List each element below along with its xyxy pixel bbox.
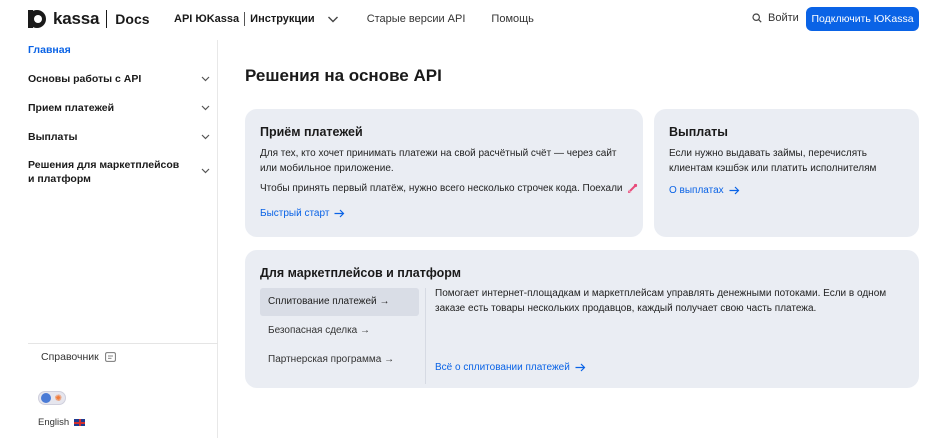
tab-label: Сплитование платежей — [268, 296, 377, 307]
page-title: Решения на основе API — [245, 66, 442, 85]
header: kassa Docs API ЮKassa Инструкции Старые … — [0, 0, 940, 40]
payments-card: Приём платежей Для тех, кто хочет приним… — [245, 109, 643, 237]
nav-help[interactable]: Помощь — [491, 13, 534, 25]
tab-payment-splitting[interactable]: Сплитование платежей → — [260, 288, 419, 316]
card-text: Помогает интернет-площадкам и маркетплей… — [435, 288, 887, 314]
card-text: Если нужно выдавать займы, перечислять к… — [669, 148, 877, 174]
sidebar-item-payouts[interactable]: Выплаты — [28, 130, 210, 144]
tab-partner-program[interactable]: Партнерская программа → — [260, 346, 419, 374]
login-label: Войти — [768, 12, 799, 24]
link-label: Всё о сплитовании платежей — [435, 362, 570, 373]
logo-docs: Docs — [115, 11, 150, 27]
nav-old-versions[interactable]: Старые версии API — [367, 13, 466, 25]
chevron-down-icon — [201, 76, 210, 82]
card-text: Чтобы принять первый платёж, нужно всего… — [260, 183, 623, 194]
card-text-row: Чтобы принять первый платёж, нужно всего… — [260, 183, 640, 194]
card-title: Приём платежей — [260, 125, 363, 139]
logo[interactable]: kassa Docs — [28, 9, 150, 29]
toggle-knob — [41, 393, 51, 403]
sidebar-item-label: Основы работы с API — [28, 73, 142, 85]
reference-link[interactable]: Справочник — [41, 351, 116, 363]
nav-api-yookassa[interactable]: API ЮKassa — [174, 13, 239, 25]
search-icon — [752, 13, 762, 23]
sidebar-item-api-basics[interactable]: Основы работы с API — [28, 72, 210, 86]
card-divider — [425, 288, 426, 384]
sidebar: Главная Основы работы с API Прием платеж… — [0, 40, 218, 438]
logo-separator — [106, 10, 108, 28]
arrow-right-icon: → — [384, 354, 395, 365]
sidebar-item-label-line1: Решения для маркетплейсов — [28, 159, 180, 171]
nav-instructions[interactable]: Инструкции — [250, 13, 315, 25]
card-title: Для маркетплейсов и платформ — [260, 266, 462, 280]
nav-separator — [244, 12, 246, 26]
sidebar-item-home[interactable]: Главная — [28, 44, 71, 56]
sidebar-item-payments[interactable]: Прием платежей — [28, 101, 210, 115]
yookassa-logo-icon — [28, 9, 50, 29]
arrow-right-icon: → — [360, 325, 371, 336]
connect-yookassa-button[interactable]: Подключить ЮKassa — [806, 7, 919, 31]
sidebar-divider — [28, 343, 218, 344]
link-label: Быстрый старт — [260, 208, 330, 219]
reference-label: Справочник — [41, 351, 99, 363]
tab-label: Безопасная сделка — [268, 325, 358, 336]
card-text: Для тех, кто хочет принимать платежи на … — [260, 148, 617, 174]
sun-icon: ✺ — [54, 393, 62, 403]
tab-safe-deal[interactable]: Безопасная сделка → — [260, 317, 419, 345]
chevron-down-icon — [201, 168, 210, 174]
rocket-icon — [627, 183, 637, 193]
chevron-down-icon — [201, 105, 210, 111]
sidebar-item-label: Прием платежей — [28, 102, 115, 114]
chevron-down-icon — [201, 134, 210, 140]
login-link[interactable]: Войти — [752, 12, 799, 24]
sidebar-item-marketplaces[interactable]: Решения для маркетплейсов и платформ — [28, 158, 210, 186]
arrow-right-icon — [334, 209, 345, 218]
arrow-right-icon — [729, 186, 740, 195]
payouts-card: Выплаты Если нужно выдавать займы, переч… — [654, 109, 919, 237]
logo-text: kassa — [53, 9, 100, 28]
marketplace-card: Для маркетплейсов и платформ Сплитование… — [245, 250, 919, 388]
link-label: О выплатах — [669, 185, 724, 196]
top-nav: API ЮKassa Инструкции Старые версии API … — [174, 12, 534, 26]
api-book-icon — [104, 352, 116, 362]
tab-label: Партнерская программа — [268, 354, 382, 365]
quick-start-link[interactable]: Быстрый старт — [260, 208, 345, 219]
card-title: Выплаты — [669, 125, 728, 139]
sidebar-item-label-line2: и платформ — [28, 173, 91, 185]
arrow-right-icon — [575, 363, 586, 372]
arrow-right-icon: → — [379, 296, 390, 307]
language-label: English — [38, 417, 70, 428]
theme-toggle[interactable]: ✺ — [38, 391, 66, 405]
language-switch[interactable]: English — [38, 417, 86, 428]
sidebar-item-label: Выплаты — [28, 131, 78, 143]
chevron-down-icon[interactable] — [327, 13, 339, 25]
about-payouts-link[interactable]: О выплатах — [669, 185, 740, 196]
uk-flag-icon — [74, 419, 86, 426]
all-about-splitting-link[interactable]: Всё о сплитовании платежей — [435, 362, 586, 373]
